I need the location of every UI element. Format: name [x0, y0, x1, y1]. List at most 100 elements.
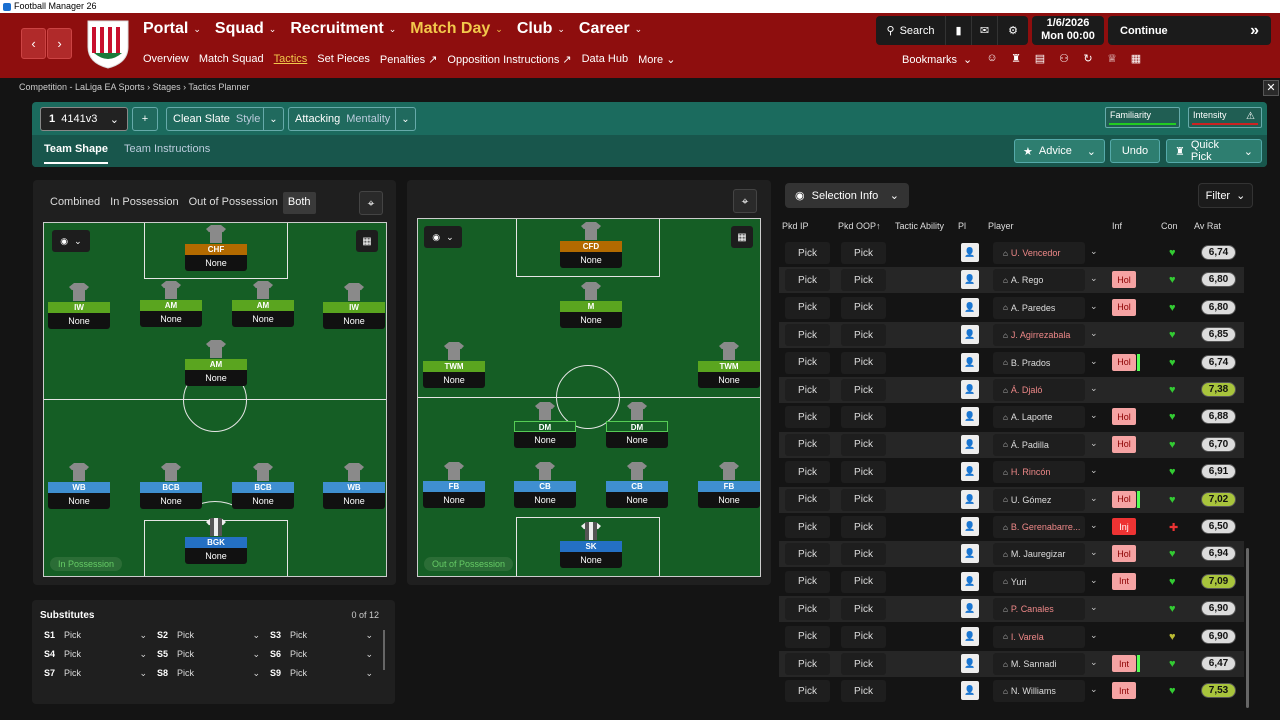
sub-slot-s7[interactable]: S7 Pick ⌄: [44, 668, 157, 679]
chevron-down-icon[interactable]: ⌄: [1090, 630, 1098, 641]
pick-ip-dropdown[interactable]: Pick: [785, 570, 830, 593]
player-profile-icon[interactable]: 👤: [961, 407, 979, 427]
position-slot[interactable]: WB None: [48, 463, 110, 509]
subnav-more[interactable]: More ⌄: [638, 53, 675, 66]
chevron-down-icon[interactable]: ⌄: [1090, 301, 1098, 312]
pick-ip-dropdown[interactable]: Pick: [785, 543, 830, 566]
tab-team-shape[interactable]: Team Shape: [44, 143, 108, 164]
pick-ip-dropdown[interactable]: Pick: [785, 625, 830, 648]
chevron-down-icon[interactable]: ⌄: [1090, 684, 1098, 695]
chevron-down-icon[interactable]: ⌄: [1090, 438, 1098, 449]
sub-slot-s2[interactable]: S2 Pick ⌄: [157, 630, 270, 641]
pick-oop-dropdown[interactable]: Pick: [841, 461, 886, 484]
player-name-field[interactable]: ⌂ B. Gerenabarre...: [993, 516, 1085, 538]
shirt-icon[interactable]: ♜: [1009, 52, 1023, 65]
bookmark-icon[interactable]: ▮: [946, 16, 972, 45]
visibility-toggle[interactable]: ◉ ⌄: [424, 226, 462, 248]
player-profile-icon[interactable]: 👤: [961, 434, 979, 454]
filter-combined[interactable]: Combined: [45, 192, 106, 214]
tactic-board-icon[interactable]: ⌖: [359, 191, 383, 215]
pick-oop-dropdown[interactable]: Pick: [841, 296, 886, 319]
subnav-opposition-instructions[interactable]: Opposition Instructions ↗: [447, 53, 571, 66]
grid-icon[interactable]: ▦: [731, 226, 753, 248]
filter-both[interactable]: Both: [282, 192, 316, 214]
pick-ip-dropdown[interactable]: Pick: [785, 516, 830, 538]
pick-ip-dropdown[interactable]: Pick: [785, 269, 830, 292]
intensity-meter[interactable]: Intensity ⚠: [1188, 107, 1262, 128]
pick-oop-dropdown[interactable]: Pick: [841, 406, 886, 429]
player-name-field[interactable]: ⌂ U. Gómez: [993, 488, 1085, 511]
nav-career[interactable]: Career ⌄: [579, 20, 642, 38]
player-name-field[interactable]: ⌂ A. Laporte: [993, 406, 1085, 429]
nav-portal[interactable]: Portal ⌄: [143, 20, 201, 38]
bookmarks-dropdown[interactable]: Bookmarks ⌄: [902, 53, 972, 67]
player-profile-icon[interactable]: 👤: [961, 517, 979, 536]
pick-oop-dropdown[interactable]: Pick: [841, 680, 886, 703]
table-row[interactable]: Pick Pick 👤 ⌂ M. Jauregizar ⌄ Hol ♥ 6,94: [779, 541, 1244, 568]
position-slot[interactable]: TWM None: [423, 342, 485, 388]
player-name-field[interactable]: ⌂ I. Varela: [993, 625, 1085, 648]
player-name-field[interactable]: ⌂ H. Rincón: [993, 461, 1085, 484]
grid-icon[interactable]: ▦: [356, 230, 378, 252]
quick-pick-button[interactable]: ♜ Quick Pick ⌄: [1166, 139, 1262, 163]
player-profile-icon[interactable]: 👤: [961, 325, 979, 345]
position-slot[interactable]: AM None: [185, 340, 247, 386]
chevron-down-icon[interactable]: ⌄: [1090, 520, 1098, 531]
player-name-field[interactable]: ⌂ J. Agirrezabala: [993, 324, 1085, 347]
position-slot[interactable]: AM None: [140, 281, 202, 327]
chevron-down-icon[interactable]: ⌄: [1090, 547, 1098, 558]
table-row[interactable]: Pick Pick 👤 ⌂ Á. Djaló ⌄ ♥ 7,38: [779, 377, 1244, 403]
player-profile-icon[interactable]: 👤: [961, 599, 979, 619]
table-row[interactable]: Pick Pick 👤 ⌂ A. Laporte ⌄ Hol ♥ 6,88: [779, 404, 1244, 430]
pick-ip-dropdown[interactable]: Pick: [785, 324, 830, 347]
nav-recruitment[interactable]: Recruitment ⌄: [290, 20, 396, 38]
undo-button[interactable]: Undo: [1110, 139, 1160, 163]
player-profile-icon[interactable]: 👤: [961, 380, 979, 399]
position-slot[interactable]: DM None: [606, 402, 668, 448]
calendar-icon[interactable]: ▦: [1129, 52, 1143, 65]
position-slot[interactable]: FB None: [423, 462, 485, 508]
player-profile-icon[interactable]: 👤: [961, 571, 979, 591]
table-row[interactable]: Pick Pick 👤 ⌂ Yuri ⌄ Int ♥ 7,09: [779, 569, 1244, 595]
continue-button[interactable]: Continue »: [1108, 16, 1271, 45]
table-row[interactable]: Pick Pick 👤 ⌂ A. Rego ⌄ Hol ♥ 6,80: [779, 267, 1244, 294]
add-tactic-button[interactable]: +: [132, 107, 158, 131]
position-slot[interactable]: BCB None: [232, 463, 294, 509]
pick-ip-dropdown[interactable]: Pick: [785, 488, 830, 511]
player-name-field[interactable]: ⌂ P. Canales: [993, 598, 1085, 621]
table-row[interactable]: Pick Pick 👤 ⌂ M. Sannadi ⌄ Int ♥ 6,47: [779, 651, 1244, 677]
forward-button[interactable]: ›: [47, 28, 72, 59]
chevron-down-icon[interactable]: ⌄: [1090, 273, 1098, 284]
table-row[interactable]: Pick Pick 👤 ⌂ U. Gómez ⌄ Hol ♥ 7,02: [779, 486, 1244, 513]
clipboard-icon[interactable]: ▤: [1033, 52, 1047, 65]
table-row[interactable]: Pick Pick 👤 ⌂ P. Canales ⌄ ♥ 6,90: [779, 596, 1244, 623]
pick-oop-dropdown[interactable]: Pick: [841, 242, 886, 264]
nav-squad[interactable]: Squad ⌄: [215, 20, 276, 38]
table-row[interactable]: Pick Pick 👤 ⌂ A. Paredes ⌄ Hol ♥ 6,80: [779, 295, 1244, 321]
visibility-toggle[interactable]: ◉ ⌄: [52, 230, 90, 252]
position-slot[interactable]: IW None: [48, 283, 110, 329]
sub-slot-s6[interactable]: S6 Pick ⌄: [270, 649, 383, 660]
selection-info-dropdown[interactable]: ◉ Selection Info ⌄: [785, 183, 909, 208]
player-name-field[interactable]: ⌂ M. Jauregizar: [993, 543, 1085, 566]
subnav-set-pieces[interactable]: Set Pieces: [317, 53, 370, 66]
nav-club[interactable]: Club ⌄: [517, 20, 565, 38]
table-row[interactable]: Pick Pick 👤 ⌂ B. Prados ⌄ Hol ♥ 6,74: [779, 350, 1244, 376]
player-name-field[interactable]: ⌂ A. Paredes: [993, 296, 1085, 319]
subnav-tactics[interactable]: Tactics: [274, 53, 308, 66]
position-slot[interactable]: BGK None: [185, 518, 247, 564]
table-scrollbar[interactable]: [1246, 548, 1249, 708]
chevron-down-icon[interactable]: ⌄: [1090, 383, 1098, 394]
subnav-overview[interactable]: Overview: [143, 53, 189, 66]
table-row[interactable]: Pick Pick 👤 ⌂ Á. Padilla ⌄ Hol ♥ 6,70: [779, 431, 1244, 458]
player-profile-icon[interactable]: 👤: [961, 270, 979, 290]
game-date[interactable]: 1/6/2026 Mon 00:00: [1032, 16, 1104, 45]
filter-out-of-possession[interactable]: Out of Possession: [183, 192, 283, 214]
player-name-field[interactable]: ⌂ M. Sannadi: [993, 653, 1085, 675]
advice-button[interactable]: ★ Advice ⌄: [1014, 139, 1105, 163]
pick-ip-dropdown[interactable]: Pick: [785, 351, 830, 374]
sub-slot-s9[interactable]: S9 Pick ⌄: [270, 668, 383, 679]
table-row[interactable]: Pick Pick 👤 ⌂ N. Williams ⌄ Int ♥ 7,53: [779, 678, 1244, 704]
pick-ip-dropdown[interactable]: Pick: [785, 598, 830, 621]
player-profile-icon[interactable]: 👤: [961, 352, 979, 372]
